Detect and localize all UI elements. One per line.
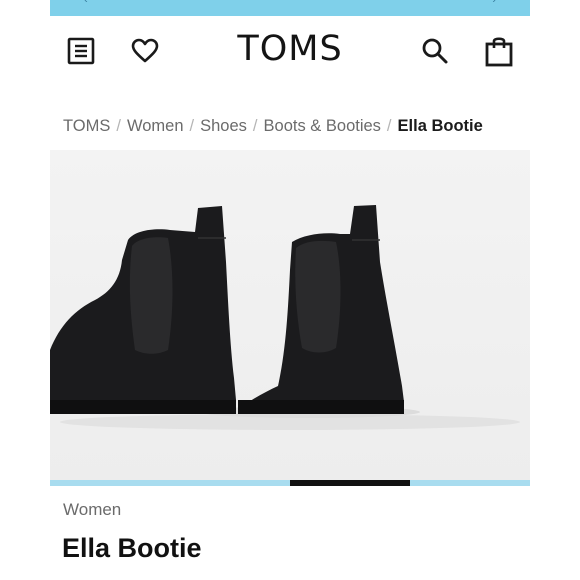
breadcrumb-separator: / bbox=[189, 117, 195, 135]
product-category: Women bbox=[63, 500, 122, 519]
gallery-progress-indicator bbox=[290, 480, 410, 486]
breadcrumb: TOMS / Women / Shoes / Boots & Booties / Ella Bo… bbox=[63, 117, 483, 136]
site-header: TOMS bbox=[50, 16, 530, 82]
breadcrumb-separator: / bbox=[252, 117, 258, 135]
breadcrumb-link-boots-booties[interactable]: Boots & Booties bbox=[264, 117, 381, 135]
product-title: Ella Bootie bbox=[62, 533, 202, 563]
right-margin bbox=[530, 0, 580, 580]
mobile-screen: ‹ › TOMS TOMS / Women / Shoes / Boots & … bbox=[50, 0, 530, 580]
breadcrumb-link-shoes[interactable]: Shoes bbox=[200, 117, 247, 135]
search-icon[interactable] bbox=[418, 34, 452, 68]
breadcrumb-link-toms[interactable]: TOMS bbox=[63, 117, 110, 135]
bag-icon[interactable] bbox=[482, 34, 516, 68]
promo-banner[interactable]: ‹ › bbox=[50, 0, 530, 16]
product-image[interactable] bbox=[50, 150, 530, 480]
breadcrumb-link-women[interactable]: Women bbox=[127, 117, 184, 135]
breadcrumb-current: Ella Bootie bbox=[397, 117, 483, 135]
toms-logo[interactable]: TOMS bbox=[50, 29, 530, 69]
left-margin bbox=[0, 0, 50, 580]
chevron-left-icon[interactable]: ‹ bbox=[84, 0, 88, 6]
bootie-illustration bbox=[50, 150, 530, 480]
breadcrumb-separator: / bbox=[116, 117, 121, 135]
gallery-progress-track bbox=[50, 480, 530, 486]
breadcrumb-separator: / bbox=[386, 117, 392, 135]
chevron-right-icon[interactable]: › bbox=[492, 0, 496, 6]
